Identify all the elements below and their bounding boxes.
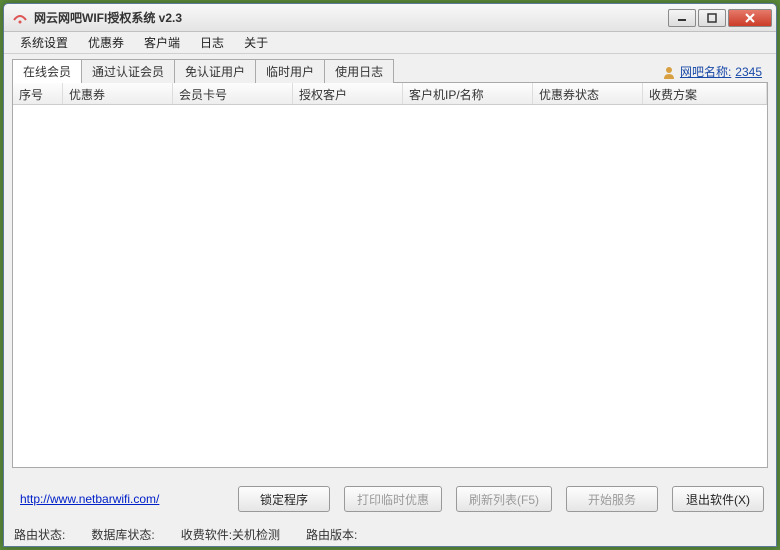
- app-icon: [12, 10, 28, 26]
- col-auth-client[interactable]: 授权客户: [293, 83, 403, 104]
- table-panel: 序号 优惠券 会员卡号 授权客户 客户机IP/名称 优惠券状态 收费方案: [12, 82, 768, 468]
- window-title: 网云网吧WIFI授权系统 v2.3: [34, 9, 666, 26]
- tab-authenticated-members[interactable]: 通过认证会员: [81, 59, 175, 83]
- button-row: http://www.netbarwifi.com/ 锁定程序 打印临时优惠 刷…: [4, 476, 776, 522]
- minimize-button[interactable]: [668, 9, 696, 27]
- start-service-button[interactable]: 开始服务: [566, 486, 658, 512]
- col-coupon-status[interactable]: 优惠券状态: [533, 83, 643, 104]
- app-window: 网云网吧WIFI授权系统 v2.3 系统设置 优惠券 客户端 日志 关于 在线会…: [3, 3, 777, 547]
- print-temp-coupon-button[interactable]: 打印临时优惠: [344, 486, 442, 512]
- tab-noauth-users[interactable]: 免认证用户: [174, 59, 256, 83]
- col-card-no[interactable]: 会员卡号: [173, 83, 293, 104]
- table-body[interactable]: [13, 105, 767, 467]
- col-client-ip-name[interactable]: 客户机IP/名称: [403, 83, 533, 104]
- refresh-list-button[interactable]: 刷新列表(F5): [456, 486, 552, 512]
- netbar-name-label[interactable]: 网吧名称:: [680, 63, 731, 80]
- table-header: 序号 优惠券 会员卡号 授权客户 客户机IP/名称 优惠券状态 收费方案: [13, 83, 767, 105]
- menu-log[interactable]: 日志: [190, 32, 234, 53]
- billing-software: 收费软件:关机检测: [181, 526, 280, 543]
- lock-program-button[interactable]: 锁定程序: [238, 486, 330, 512]
- tab-row: 在线会员 通过认证会员 免认证用户 临时用户 使用日志 网吧名称: 2345: [4, 54, 776, 82]
- col-index[interactable]: 序号: [13, 83, 63, 104]
- menu-client[interactable]: 客户端: [134, 32, 190, 53]
- db-state-label: 数据库状态:: [91, 526, 154, 543]
- col-billing-plan[interactable]: 收费方案: [643, 83, 767, 104]
- menubar: 系统设置 优惠券 客户端 日志 关于: [4, 32, 776, 54]
- route-version-label: 路由版本:: [306, 526, 357, 543]
- statusbar: 路由状态: 数据库状态: 收费软件:关机检测 路由版本:: [4, 522, 776, 546]
- menu-system-settings[interactable]: 系统设置: [10, 32, 78, 53]
- col-coupon[interactable]: 优惠券: [63, 83, 173, 104]
- route-state-label: 路由状态:: [14, 526, 65, 543]
- tab-temp-users[interactable]: 临时用户: [255, 59, 325, 83]
- menu-coupon[interactable]: 优惠券: [78, 32, 134, 53]
- netbar-name-value[interactable]: 2345: [735, 65, 762, 79]
- menu-about[interactable]: 关于: [234, 32, 278, 53]
- close-button[interactable]: [728, 9, 772, 27]
- netbar-name-area: 网吧名称: 2345: [660, 61, 768, 82]
- website-link[interactable]: http://www.netbarwifi.com/: [16, 492, 159, 506]
- tab-online-members[interactable]: 在线会员: [12, 59, 82, 83]
- maximize-button[interactable]: [698, 9, 726, 27]
- window-controls: [666, 9, 772, 27]
- exit-software-button[interactable]: 退出软件(X): [672, 486, 764, 512]
- user-icon: [662, 65, 676, 79]
- titlebar[interactable]: 网云网吧WIFI授权系统 v2.3: [4, 4, 776, 32]
- tab-usage-log[interactable]: 使用日志: [324, 59, 394, 83]
